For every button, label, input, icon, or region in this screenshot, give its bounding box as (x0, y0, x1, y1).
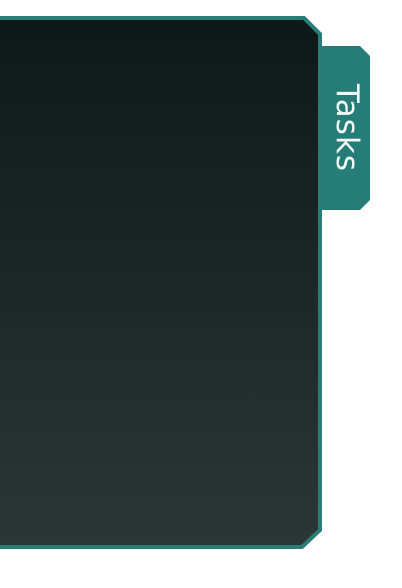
screen: Tasks (0, 0, 402, 588)
tasks-tab[interactable]: Tasks (322, 46, 372, 210)
tasks-tab-label: Tasks (329, 83, 365, 173)
